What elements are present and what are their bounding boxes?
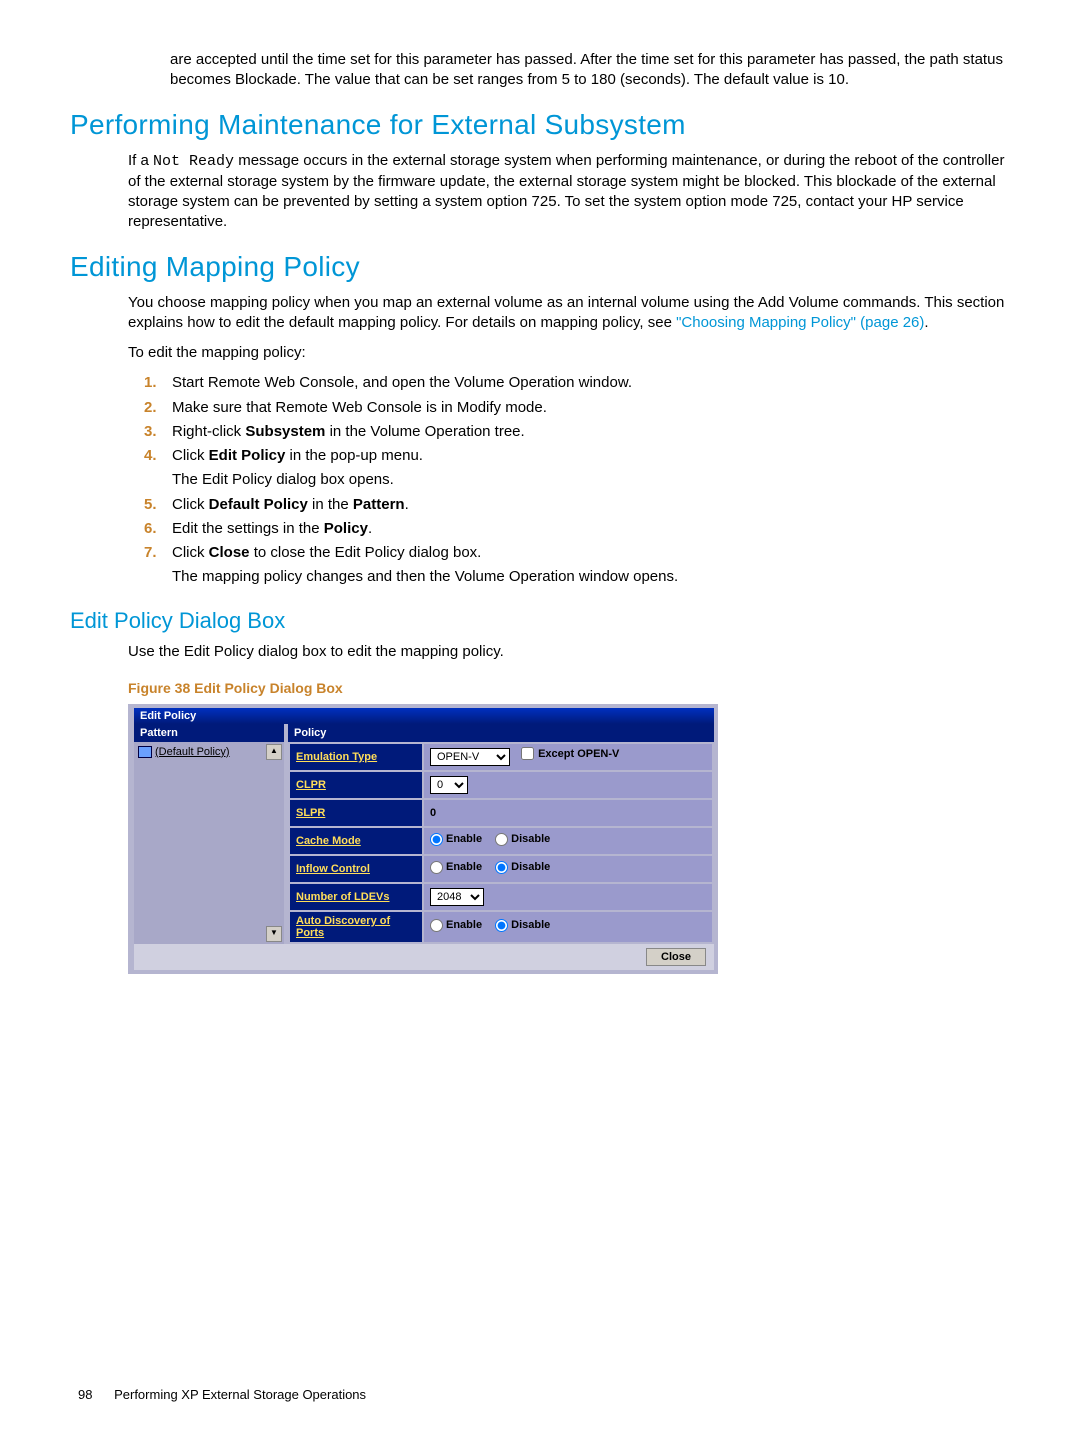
maintenance-paragraph: If a Not Ready message occurs in the ext… — [128, 151, 1010, 233]
row-slpr-label: SLPR — [289, 799, 423, 827]
mapping-paragraph: You choose mapping policy when you map a… — [128, 293, 1010, 334]
pattern-item-default[interactable]: (Default Policy) — [138, 746, 280, 758]
bold: Default Policy — [209, 496, 308, 513]
enable-label: Enable — [446, 833, 482, 845]
except-openv-checkbox[interactable] — [521, 747, 534, 760]
clpr-select[interactable]: 0 — [430, 776, 468, 794]
text: . — [368, 520, 372, 537]
text: . — [405, 496, 409, 513]
chapter-title: Performing XP External Storage Operation… — [114, 1387, 366, 1402]
disable-label: Disable — [511, 833, 550, 845]
pattern-item-label: (Default Policy) — [155, 746, 230, 758]
policy-icon — [138, 746, 152, 758]
policy-table: Emulation Type OPEN-V Except OPEN-V — [288, 742, 714, 944]
text: in the — [308, 496, 353, 513]
step-1: Start Remote Web Console, and open the V… — [144, 373, 1010, 393]
text: to close the Edit Policy dialog box. — [250, 544, 482, 561]
text: Click — [172, 496, 209, 513]
heading-maintenance: Performing Maintenance for External Subs… — [70, 109, 1010, 141]
step-6: Edit the settings in the Policy. — [144, 519, 1010, 539]
edit-policy-paragraph: Use the Edit Policy dialog box to edit t… — [128, 642, 1010, 662]
enable-label: Enable — [446, 919, 482, 931]
step-4: Click Edit Policy in the pop-up menu. Th… — [144, 446, 1010, 491]
continuation-paragraph: are accepted until the time set for this… — [170, 50, 1010, 91]
row-autod-label: Auto Discovery of Ports — [289, 911, 423, 943]
step-3: Right-click Subsystem in the Volume Oper… — [144, 422, 1010, 442]
cache-enable-radio[interactable] — [430, 833, 443, 846]
scroll-down-icon[interactable]: ▼ — [266, 926, 282, 942]
step-2: Make sure that Remote Web Console is in … — [144, 398, 1010, 418]
autod-disable-radio[interactable] — [495, 919, 508, 932]
step-7-sub: The mapping policy changes and then the … — [172, 567, 1010, 587]
figure-caption: Figure 38 Edit Policy Dialog Box — [128, 680, 1010, 696]
page-footer: 98 Performing XP External Storage Operat… — [78, 1387, 366, 1402]
row-cache-label: Cache Mode — [289, 827, 423, 855]
bold: Subsystem — [245, 423, 325, 440]
step-5: Click Default Policy in the Pattern. — [144, 495, 1010, 515]
code-not-ready: Not Ready — [153, 153, 234, 170]
row-ldevs-label: Number of LDEVs — [289, 883, 423, 911]
step-4-sub: The Edit Policy dialog box opens. — [172, 470, 1010, 490]
text: message occurs in the external storage s… — [128, 152, 1004, 231]
scroll-up-icon[interactable]: ▲ — [266, 744, 282, 760]
text: Edit the settings in the — [172, 520, 324, 537]
bold: Close — [209, 544, 250, 561]
disable-label: Disable — [511, 861, 550, 873]
text: If a — [128, 152, 153, 169]
dialog-titlebar: Edit Policy — [134, 708, 714, 724]
bold: Policy — [324, 520, 368, 537]
text: . — [924, 314, 928, 331]
page-number: 98 — [78, 1387, 92, 1402]
close-button[interactable]: Close — [646, 948, 706, 966]
pattern-list[interactable]: (Default Policy) ▲ ▼ — [134, 742, 284, 944]
emulation-select[interactable]: OPEN-V — [430, 748, 510, 766]
bold: Pattern — [353, 496, 405, 513]
row-emulation-label: Emulation Type — [289, 743, 423, 771]
heading-edit-policy-dialog: Edit Policy Dialog Box — [70, 608, 1010, 634]
policy-header: Policy — [288, 724, 714, 742]
inflow-enable-radio[interactable] — [430, 861, 443, 874]
slpr-value: 0 — [423, 799, 713, 827]
heading-editing-mapping: Editing Mapping Policy — [70, 251, 1010, 283]
ldevs-select[interactable]: 2048 — [430, 888, 484, 906]
row-inflow-label: Inflow Control — [289, 855, 423, 883]
step-7: Click Close to close the Edit Policy dia… — [144, 543, 1010, 588]
except-openv-label: Except OPEN-V — [538, 748, 619, 760]
cache-disable-radio[interactable] — [495, 833, 508, 846]
text: in the Volume Operation tree. — [325, 423, 524, 440]
enable-label: Enable — [446, 861, 482, 873]
link-choosing-mapping-policy[interactable]: "Choosing Mapping Policy" (page 26) — [676, 314, 924, 331]
pattern-header: Pattern — [134, 724, 284, 742]
text: Click — [172, 544, 209, 561]
disable-label: Disable — [511, 919, 550, 931]
autod-enable-radio[interactable] — [430, 919, 443, 932]
text: Click — [172, 447, 209, 464]
bold: Edit Policy — [209, 447, 286, 464]
mapping-intro: To edit the mapping policy: — [128, 343, 1010, 363]
text: Right-click — [172, 423, 245, 440]
text: in the pop-up menu. — [285, 447, 423, 464]
inflow-disable-radio[interactable] — [495, 861, 508, 874]
edit-policy-dialog: Edit Policy Pattern (Default Policy) ▲ ▼… — [128, 704, 718, 974]
steps-list: Start Remote Web Console, and open the V… — [144, 373, 1010, 587]
row-clpr-label: CLPR — [289, 771, 423, 799]
